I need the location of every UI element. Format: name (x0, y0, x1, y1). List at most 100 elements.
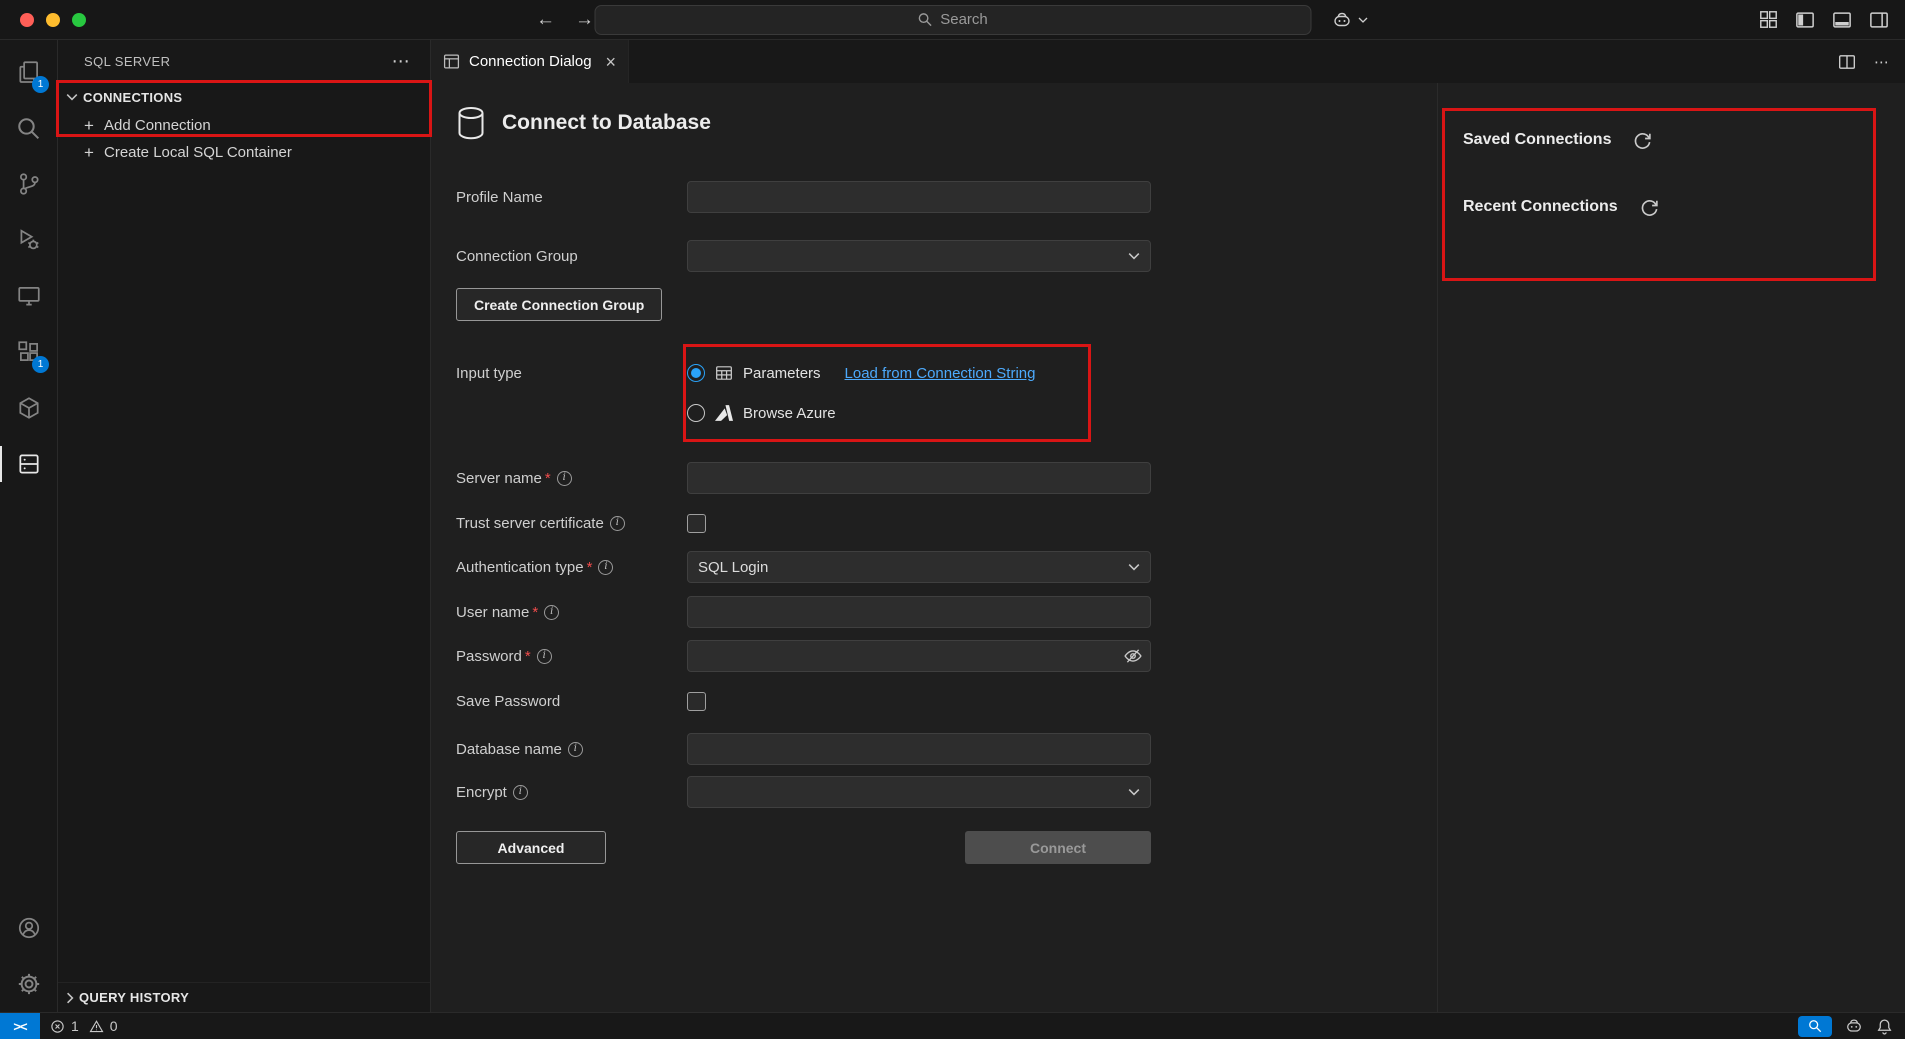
tab-connection-dialog[interactable]: Connection Dialog × (431, 40, 629, 83)
tab-close-button[interactable]: × (605, 53, 616, 71)
editor-body: Connect to Database Profile Name Connect… (431, 83, 1905, 1012)
connections-section-header[interactable]: CONNECTIONS (58, 82, 430, 112)
connect-button[interactable]: Connect (965, 831, 1151, 864)
activity-extensions[interactable]: 1 (0, 324, 57, 380)
authentication-type-value: SQL Login (698, 559, 768, 576)
profile-name-input[interactable] (687, 181, 1151, 213)
form: Profile Name Connection Group (456, 181, 1151, 864)
server-name-input[interactable] (687, 462, 1151, 494)
copilot-menu-button[interactable] (1332, 10, 1368, 30)
info-icon (537, 649, 552, 664)
activity-remote-explorer[interactable] (0, 268, 57, 324)
server-name-row: Server name * (456, 462, 1151, 494)
chevron-right-icon (66, 992, 74, 1004)
sidebar-more-actions-button[interactable]: ⋯ (392, 52, 410, 70)
activity-run-debug[interactable] (0, 212, 57, 268)
trust-server-certificate-label: Trust server certificate (456, 515, 687, 532)
activity-sql-server[interactable] (0, 436, 57, 492)
copilot-status-icon[interactable] (1845, 1017, 1863, 1035)
command-center-search[interactable]: Search (594, 5, 1311, 35)
profile-name-label: Profile Name (456, 189, 687, 206)
save-password-label: Save Password (456, 693, 687, 710)
warning-count: 0 (110, 1018, 118, 1034)
form-actions-row: Advanced Connect (456, 831, 1151, 864)
status-bar: >< 1 0 (0, 1012, 1905, 1039)
forward-button[interactable]: → (575, 9, 594, 31)
notifications-bell-icon[interactable] (1876, 1018, 1893, 1035)
user-name-input[interactable] (687, 596, 1151, 628)
save-password-checkbox[interactable] (687, 692, 706, 711)
connection-group-select[interactable] (687, 240, 1151, 272)
zoom-status-button[interactable] (1798, 1016, 1832, 1037)
user-name-row: User name * (456, 596, 1151, 628)
encrypt-select[interactable] (687, 776, 1151, 808)
editor-actions: ⋯ (1838, 40, 1905, 83)
toggle-sidebar-left-icon[interactable] (1795, 10, 1815, 30)
user-name-label: User name * (456, 604, 687, 621)
password-row: Password * (456, 640, 1151, 672)
minimize-window-button[interactable] (46, 13, 60, 27)
info-icon (610, 516, 625, 531)
parameters-radio[interactable] (687, 364, 705, 382)
query-history-label: QUERY HISTORY (79, 990, 189, 1005)
maximize-window-button[interactable] (72, 13, 86, 27)
required-marker: * (587, 559, 593, 576)
customize-layout-icon[interactable] (1759, 10, 1778, 29)
sidebar-item-create-local-sql-container[interactable]: + Create Local SQL Container (58, 139, 430, 166)
activity-search[interactable] (0, 100, 57, 156)
vscode-window: ← → Search (0, 0, 1905, 1039)
password-input-wrap (687, 640, 1151, 672)
activity-explorer[interactable]: 1 (0, 44, 57, 100)
gear-icon (16, 971, 42, 997)
error-count: 1 (71, 1018, 79, 1034)
refresh-saved-connections-icon[interactable] (1633, 131, 1652, 150)
layout-controls (1759, 10, 1889, 30)
connections-section-label: CONNECTIONS (83, 90, 182, 105)
database-name-input[interactable] (687, 733, 1151, 765)
password-input[interactable] (687, 640, 1151, 672)
activity-source-control[interactable] (0, 156, 57, 212)
input-type-radio-group: Parameters Load from Connection String B… (687, 356, 1035, 430)
encrypt-label: Encrypt (456, 784, 687, 801)
search-icon (917, 12, 932, 27)
sidebar-header: SQL SERVER ⋯ (58, 40, 430, 82)
activity-bar: 1 (0, 40, 58, 1012)
chevron-down-icon (66, 93, 78, 101)
sql-server-icon (16, 451, 42, 477)
activity-bar-spacer (0, 492, 57, 900)
authentication-type-select[interactable]: SQL Login (687, 551, 1151, 583)
plus-icon: + (82, 116, 96, 136)
titlebar: ← → Search (0, 0, 1905, 40)
connection-dialog-form: Connect to Database Profile Name Connect… (431, 83, 1437, 1012)
advanced-button[interactable]: Advanced (456, 831, 606, 864)
more-actions-icon[interactable]: ⋯ (1874, 53, 1889, 71)
encrypt-row: Encrypt (456, 776, 1151, 808)
toggle-panel-icon[interactable] (1832, 10, 1852, 30)
plus-icon: + (82, 143, 96, 163)
source-control-icon (16, 171, 42, 197)
sidebar-title: SQL SERVER (84, 54, 170, 69)
close-window-button[interactable] (20, 13, 34, 27)
create-connection-group-button[interactable]: Create Connection Group (456, 288, 662, 321)
browse-azure-radio[interactable] (687, 404, 705, 422)
activity-containers[interactable] (0, 380, 57, 436)
problems-status[interactable]: 1 0 (50, 1013, 122, 1039)
query-history-section-header[interactable]: QUERY HISTORY (58, 982, 430, 1012)
chevron-down-icon (1128, 563, 1140, 571)
activity-accounts[interactable] (0, 900, 57, 956)
split-editor-icon[interactable] (1838, 53, 1856, 71)
sidebar-item-add-connection[interactable]: + Add Connection (58, 112, 430, 139)
toggle-password-visibility-icon[interactable] (1124, 647, 1142, 665)
back-button[interactable]: ← (536, 9, 555, 31)
remote-indicator[interactable]: >< (0, 1013, 40, 1039)
status-right (1798, 1016, 1893, 1037)
trust-server-certificate-checkbox[interactable] (687, 514, 706, 533)
toggle-sidebar-right-icon[interactable] (1869, 10, 1889, 30)
recent-connections-title: Recent Connections (1463, 198, 1618, 216)
main-area: 1 (0, 40, 1905, 1012)
activity-settings[interactable] (0, 956, 57, 1012)
load-from-connection-string-link[interactable]: Load from Connection String (845, 365, 1036, 382)
remote-explorer-icon (16, 283, 42, 309)
refresh-recent-connections-icon[interactable] (1640, 198, 1659, 217)
parameters-radio-row: Parameters Load from Connection String (687, 356, 1035, 390)
